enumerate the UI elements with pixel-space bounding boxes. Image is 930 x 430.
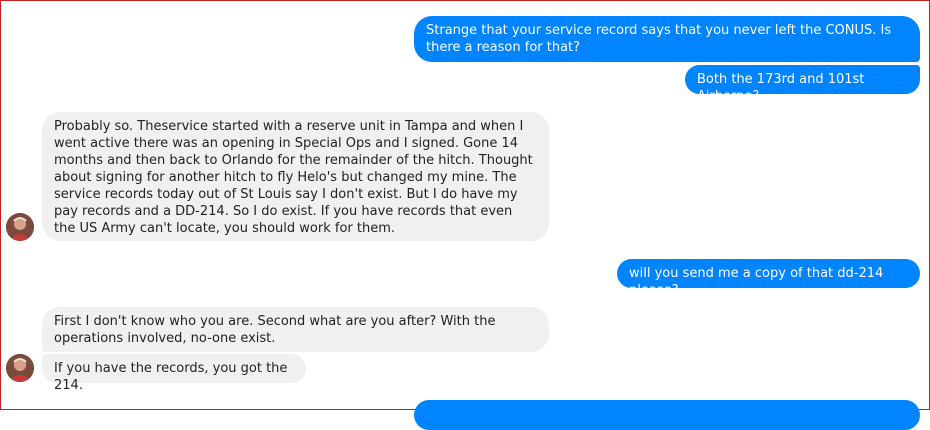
message-text: Both the 173rd and 101st Airborne? <box>697 72 865 104</box>
outgoing-message-bubble[interactable]: will you send me a copy of that dd-214 p… <box>617 259 920 298</box>
person-photo-icon <box>6 354 34 382</box>
incoming-message-bubble[interactable]: Probably so. Theservice started with a r… <box>42 112 549 241</box>
message-text: If you have the records, you got the 214… <box>54 361 288 393</box>
contact-avatar[interactable] <box>6 213 34 241</box>
outgoing-message-bubble[interactable]: Strange that your service record says th… <box>414 16 920 62</box>
message-text: First I don't know who you are. Second w… <box>54 314 496 346</box>
incoming-message-bubble[interactable]: If you have the records, you got the 214… <box>42 354 306 393</box>
incoming-message-bubble[interactable]: First I don't know who you are. Second w… <box>42 307 549 352</box>
message-text: will you send me a copy of that dd-214 p… <box>629 266 884 298</box>
message-text: Strange that your service record says th… <box>426 23 892 55</box>
outgoing-message-bubble[interactable]: Both the 173rd and 101st Airborne? <box>685 65 920 104</box>
contact-avatar[interactable] <box>6 354 34 382</box>
outgoing-message-bubble-partial[interactable] <box>414 400 920 430</box>
person-photo-icon <box>6 213 34 241</box>
message-text: Probably so. Theservice started with a r… <box>54 119 533 236</box>
